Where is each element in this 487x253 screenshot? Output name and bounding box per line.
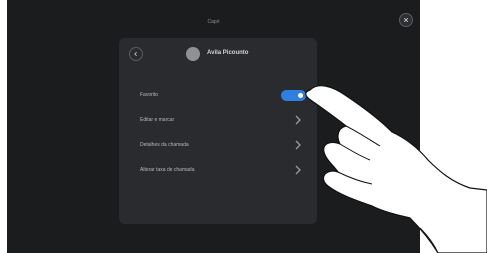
edit-and-call-row[interactable]: Editar e marcar	[127, 111, 307, 129]
contact-options-panel: Avila Picounto Favorito Editar e marcar …	[119, 38, 317, 224]
avatar	[186, 47, 200, 61]
favorite-toggle[interactable]	[281, 90, 306, 101]
chevron-right-icon	[295, 115, 301, 125]
toggle-knob	[298, 93, 303, 98]
contact-name: Avila Picounto	[207, 50, 249, 56]
touch-panel-screen: Capri Avila Picounto Favorito Editar e m…	[7, 0, 420, 253]
call-details-label: Detalhes da chamada	[140, 142, 189, 148]
favorite-label: Favorito	[140, 92, 159, 98]
call-rate-label: Alterar taxa de chamada	[140, 167, 195, 173]
favorite-row[interactable]: Favorito	[127, 86, 307, 104]
back-button[interactable]	[129, 47, 143, 61]
call-rate-row[interactable]: Alterar taxa de chamada	[127, 161, 307, 179]
arrow-left-icon	[134, 51, 137, 57]
screen-title: Capri	[207, 19, 220, 25]
call-details-row[interactable]: Detalhes da chamada	[127, 136, 307, 154]
chevron-right-icon	[295, 165, 301, 175]
close-icon	[403, 17, 409, 23]
close-button[interactable]	[399, 13, 413, 27]
edit-and-call-label: Editar e marcar	[140, 117, 175, 123]
chevron-right-icon	[295, 140, 301, 150]
